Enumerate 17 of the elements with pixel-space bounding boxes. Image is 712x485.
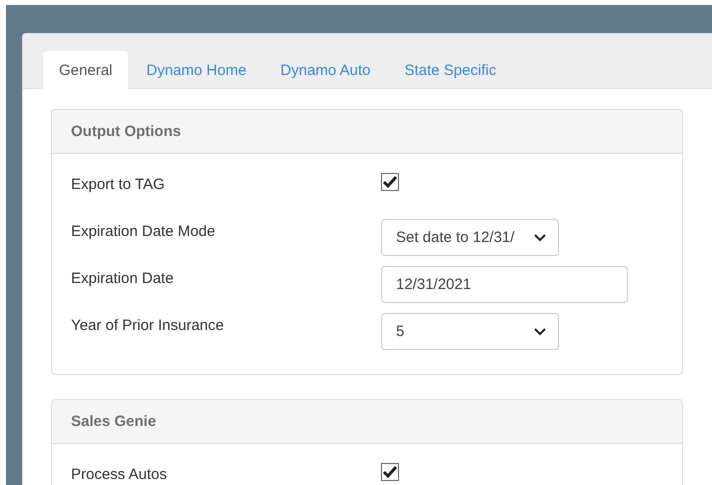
chevron-down-icon bbox=[534, 328, 546, 336]
checkmark-icon bbox=[382, 175, 398, 189]
field-label: Expiration Date Mode bbox=[71, 222, 216, 240]
panel-title: Output Options bbox=[71, 123, 181, 140]
field-label: Expiration Date bbox=[71, 269, 175, 287]
field-label: Process Autos bbox=[71, 465, 168, 483]
checkbox[interactable] bbox=[381, 173, 399, 191]
select-field[interactable]: 5 bbox=[381, 313, 559, 350]
checkmark-icon bbox=[382, 465, 398, 479]
tab[interactable]: General bbox=[43, 51, 128, 89]
field-label: Export to TAG bbox=[71, 175, 166, 193]
panel-title: Sales Genie bbox=[71, 413, 156, 430]
date-input-field[interactable]: 12/31/2021 bbox=[381, 266, 628, 303]
select-field[interactable]: Set date to 12/31/ bbox=[381, 219, 559, 256]
chevron-down-icon bbox=[534, 234, 546, 242]
checkbox[interactable] bbox=[381, 463, 399, 481]
field-label: Year of Prior Insurance bbox=[71, 316, 225, 334]
